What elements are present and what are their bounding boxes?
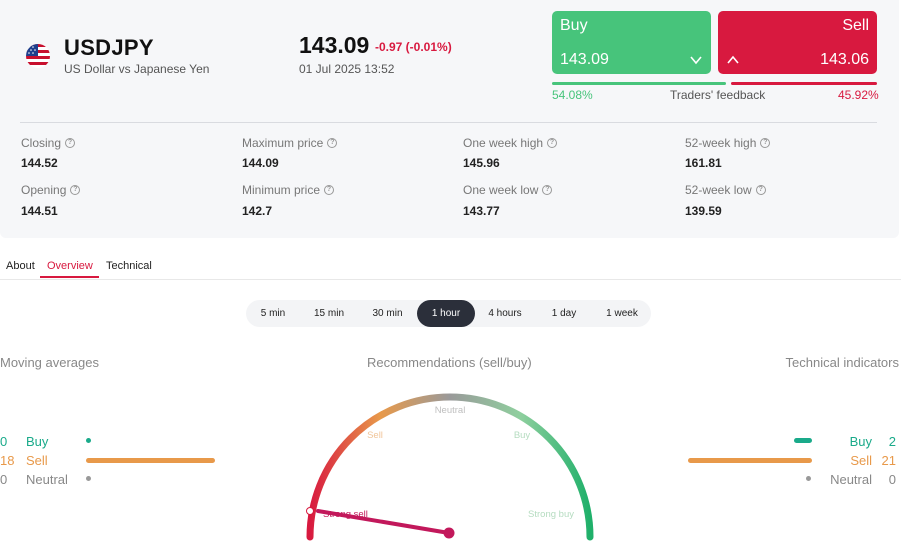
price-change: -0.97 (-0.01%) [375, 40, 452, 54]
feedback-sell-bar [731, 82, 877, 85]
buy-button[interactable]: Buy 143.09 [552, 11, 711, 74]
stat-label-opening: Opening? [21, 183, 81, 197]
timeframe-1-day[interactable]: 1 day [535, 300, 593, 327]
stat-value-maximum-price: 144.09 [242, 156, 279, 170]
recommendation-gauge: Neutral Sell Buy Strong sell Strong buy [290, 380, 610, 547]
tab-technical[interactable]: Technical [106, 260, 152, 272]
gauge-label-neutral: Neutral [435, 405, 466, 416]
sell-label: Sell [842, 17, 869, 34]
stat-value-52-week-low: 139.59 [685, 204, 722, 218]
divider [20, 122, 877, 123]
info-icon[interactable]: ? [324, 185, 335, 195]
ma-neutral-label: Neutral [26, 472, 68, 487]
stat-value-opening: 144.51 [21, 204, 58, 218]
ma-buy-label: Buy [26, 434, 49, 449]
gauge-needle-hub [443, 527, 455, 539]
ma-sell-count: 18 [0, 453, 15, 468]
info-icon[interactable]: ? [755, 185, 766, 195]
timeframe-30-min[interactable]: 30 min [358, 300, 417, 327]
info-icon[interactable]: ? [65, 138, 76, 148]
chevron-down-icon [690, 56, 702, 65]
stat-value-one-week-high: 145.96 [463, 156, 500, 170]
tab-about[interactable]: About [6, 260, 35, 272]
buy-label: Buy [560, 17, 588, 34]
stat-label-closing: Closing? [21, 136, 76, 150]
info-icon[interactable]: ? [760, 138, 771, 148]
stat-label-one-week-high: One week high? [463, 136, 558, 150]
stat-label-52-week-high: 52-week high? [685, 136, 771, 150]
gauge-label-buy: Buy [514, 430, 531, 441]
timeframe-5-min[interactable]: 5 min [246, 300, 300, 327]
stat-label-minimum-price: Minimum price? [242, 183, 335, 197]
sell-price: 143.06 [820, 51, 869, 68]
stat-value-minimum-price: 142.7 [242, 204, 273, 218]
feedback-sell-percent: 45.92% [838, 88, 879, 102]
tabs-divider [0, 279, 901, 280]
gauge-label-strong-sell: Strong sell [323, 509, 368, 520]
stat-value-closing: 144.52 [21, 156, 58, 170]
stat-label-one-week-low: One week low? [463, 183, 553, 197]
timeframe-15-min[interactable]: 15 min [300, 300, 358, 327]
ti-neutral-label: Neutral [830, 472, 872, 487]
stat-label-maximum-price: Maximum price? [242, 136, 338, 150]
ti-buy-label: Buy [849, 434, 872, 449]
info-icon[interactable]: ? [327, 138, 338, 148]
ti-neutral-bar [806, 476, 811, 481]
ma-sell-bar [86, 458, 215, 463]
ma-neutral-bar [86, 476, 91, 481]
ma-neutral-count: 0 [0, 472, 8, 487]
info-icon[interactable]: ? [547, 138, 558, 148]
ti-sell-bar [688, 458, 812, 463]
ma-buy-bar [86, 438, 91, 443]
traders-feedback-label: Traders' feedback [670, 88, 766, 102]
stat-value-one-week-low: 143.77 [463, 204, 500, 218]
instrument-card: USDJPY US Dollar vs Japanese Yen 143.09 … [0, 0, 899, 238]
timeframe-selector: 5 min 15 min 30 min 1 hour 4 hours 1 day… [246, 300, 651, 327]
timeframe-1-hour[interactable]: 1 hour [417, 300, 475, 327]
info-icon[interactable]: ? [542, 185, 553, 195]
current-price: 143.09 [299, 32, 370, 58]
stat-value-52-week-high: 161.81 [685, 156, 722, 170]
active-tab-indicator [40, 276, 99, 278]
ti-neutral-count: 0 [888, 472, 896, 487]
chevron-up-icon [727, 55, 739, 64]
ti-sell-count: 21 [881, 453, 896, 468]
feedback-buy-percent: 54.08% [552, 88, 593, 102]
ma-sell-label: Sell [26, 453, 48, 468]
ma-buy-count: 0 [0, 434, 8, 449]
ti-buy-count: 2 [888, 434, 896, 449]
quote-timestamp: 01 Jul 2025 13:52 [299, 62, 395, 76]
timeframe-4-hours[interactable]: 4 hours [475, 300, 535, 327]
instrument-description: US Dollar vs Japanese Yen [64, 62, 210, 76]
tab-overview[interactable]: Overview [47, 260, 93, 272]
feedback-buy-bar [552, 82, 726, 85]
technical-indicators-title: Technical indicators [785, 355, 899, 370]
ti-buy-bar [794, 438, 812, 443]
gauge-label-sell: Sell [367, 430, 383, 441]
sell-button[interactable]: Sell 143.06 [718, 11, 877, 74]
ti-sell-label: Sell [850, 453, 872, 468]
instrument-symbol: USDJPY [64, 35, 154, 60]
stat-label-52-week-low: 52-week low? [685, 183, 766, 197]
buy-price: 143.09 [560, 51, 609, 68]
us-flag-icon [26, 44, 50, 68]
info-icon[interactable]: ? [70, 185, 81, 195]
gauge-marker [306, 507, 314, 515]
moving-averages-title: Moving averages [0, 355, 99, 370]
timeframe-1-week[interactable]: 1 week [593, 300, 651, 327]
recommendations-title: Recommendations (sell/buy) [367, 355, 532, 370]
gauge-label-strong-buy: Strong buy [528, 509, 574, 520]
